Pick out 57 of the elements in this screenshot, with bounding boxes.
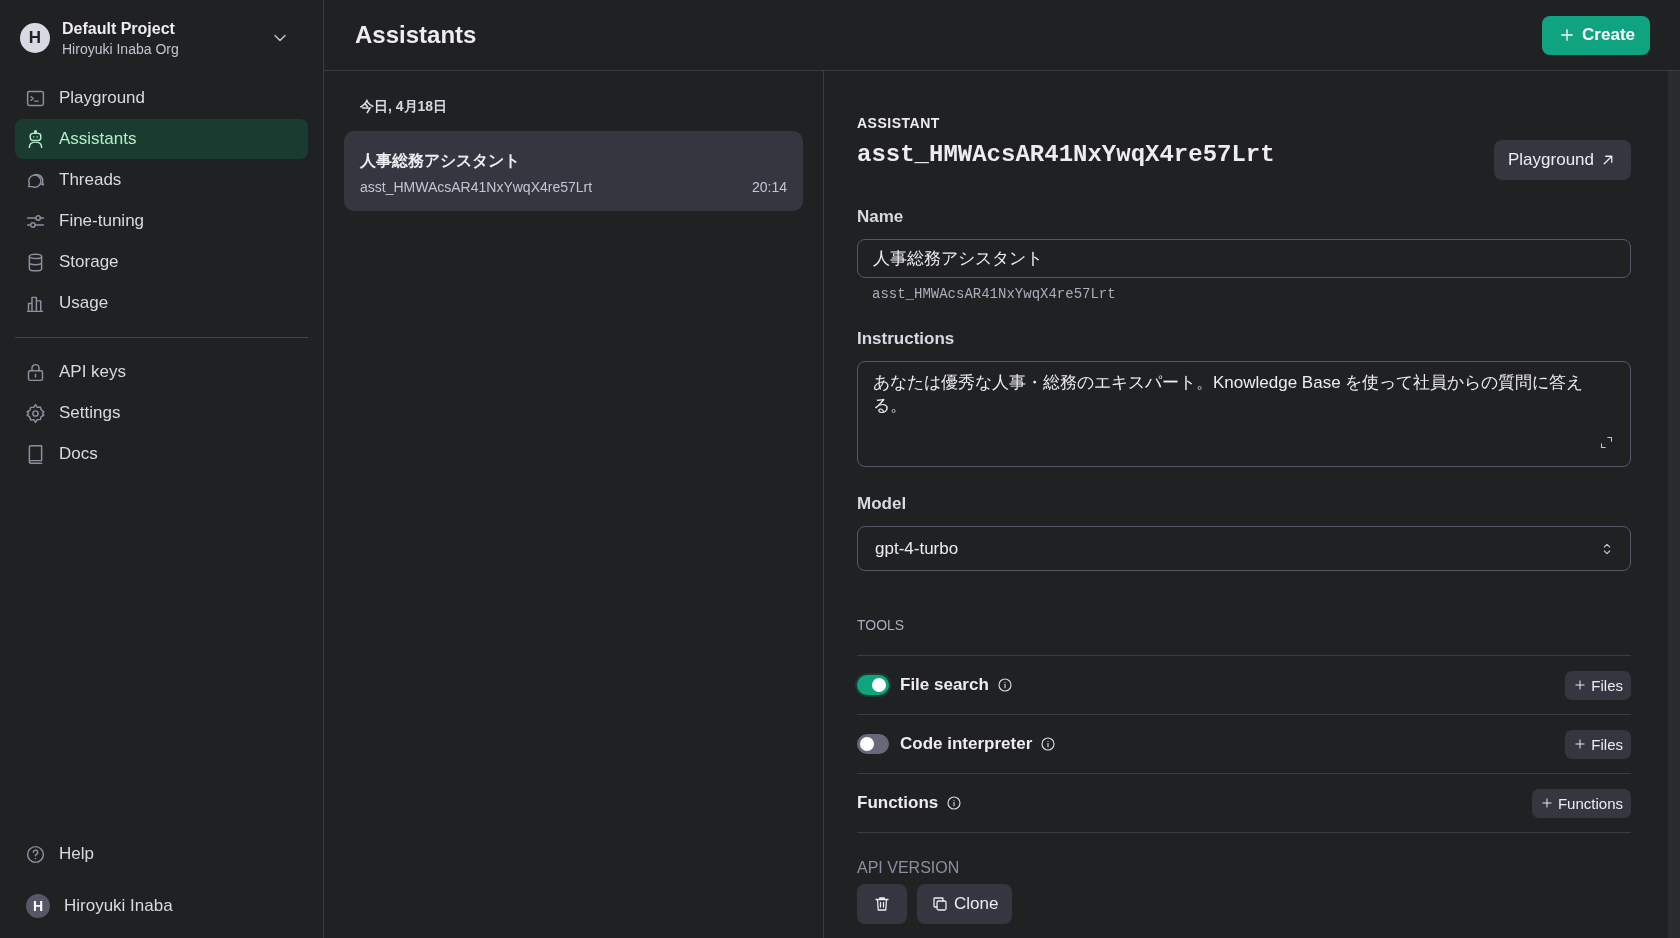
avatar: H xyxy=(20,23,50,53)
expand-icon xyxy=(1599,435,1614,450)
plus-icon xyxy=(1539,796,1554,810)
avatar: H xyxy=(26,894,50,918)
playground-button[interactable]: Playground xyxy=(1494,140,1631,180)
tool-label: Code interpreter xyxy=(900,734,1033,754)
instructions-text: あなたは優秀な人事・総務のエキスパート。Knowledge Base を使って社員からの質問に答える。 xyxy=(873,372,1585,417)
toggle-switch[interactable] xyxy=(857,675,889,695)
lock-icon xyxy=(25,361,46,383)
field-label: Name xyxy=(857,207,905,227)
page-title: Assistants xyxy=(355,21,477,49)
section-label: TOOLS xyxy=(857,617,906,633)
assistant-name: 人事総務アシスタント xyxy=(360,151,521,171)
assistant-list-item[interactable]: 人事総務アシスタント asst_HMWAcsAR41NxYwqX4re57Lrt 20:14 xyxy=(344,131,803,211)
toggle-switch[interactable] xyxy=(857,734,889,754)
field-label: Instructions xyxy=(857,329,956,349)
tool-label: File search xyxy=(900,675,989,695)
assistant-id: asst_HMWAcsAR41NxYwqX4re57Lrt xyxy=(872,286,1117,302)
model-select[interactable]: gpt-4-turbo xyxy=(857,526,1631,571)
nav-item[interactable]: Storage xyxy=(15,242,308,282)
date-heading: 今日, 4月18日 xyxy=(359,98,449,116)
nav-item[interactable]: Usage xyxy=(15,283,308,323)
name-field[interactable]: 人事総務アシスタント xyxy=(857,239,1631,278)
nav-item[interactable]: Threads xyxy=(15,160,308,200)
user-name: Hiroyuki Inaba xyxy=(64,896,173,916)
nav-item[interactable]: Assistants xyxy=(15,119,308,159)
delete-button[interactable] xyxy=(857,884,907,924)
copy-icon xyxy=(931,895,949,913)
add-button[interactable]: Files xyxy=(1565,670,1631,700)
info-icon xyxy=(996,677,1013,693)
field-label: Model xyxy=(857,494,908,514)
plus-icon xyxy=(1573,678,1588,692)
info-icon xyxy=(946,795,963,811)
help-icon xyxy=(25,843,46,865)
section-label: API VERSION xyxy=(857,859,961,877)
plus-icon xyxy=(1573,737,1588,751)
project-switcher[interactable]: H Default Project Hiroyuki Inaba Org xyxy=(15,14,308,60)
section-label: ASSISTANT xyxy=(857,115,941,131)
project-name: Default Project xyxy=(62,19,176,38)
add-button[interactable]: Files xyxy=(1565,729,1631,759)
assistant-id: asst_HMWAcsAR41NxYwqX4re57Lrt xyxy=(360,179,593,195)
info-icon xyxy=(1040,736,1057,752)
org-name: Hiroyuki Inaba Org xyxy=(62,40,180,57)
nav-item[interactable]: Docs xyxy=(15,434,308,474)
add-button[interactable]: Functions xyxy=(1531,788,1631,818)
assistant-id: asst_HMWAcsAR41NxYwqX4re57Lrt xyxy=(857,141,1275,168)
help-link[interactable]: Help xyxy=(15,834,308,874)
instructions-field[interactable]: あなたは優秀な人事・総務のエキスパート。Knowledge Base を使って社員からの質問に答える。 xyxy=(857,361,1631,467)
timestamp: 20:14 xyxy=(751,179,787,195)
nav-item[interactable]: API keys xyxy=(15,352,308,392)
clone-button[interactable]: Clone xyxy=(917,884,1013,924)
trash-icon xyxy=(873,895,891,913)
nav-item[interactable]: Settings xyxy=(15,393,308,433)
settings-icon xyxy=(25,402,46,424)
tool-label: Functions xyxy=(857,793,939,813)
nav-item[interactable]: Fine-tuning xyxy=(15,201,308,241)
nav-item[interactable]: Playground xyxy=(15,78,308,118)
